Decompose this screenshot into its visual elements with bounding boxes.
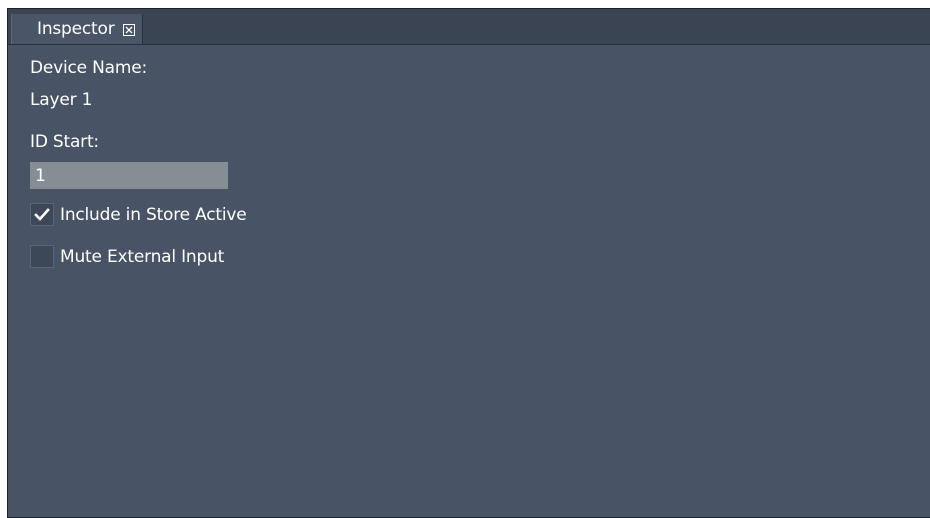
- inspector-panel: Device Name: Layer 1 ID Start: Include i…: [8, 45, 930, 517]
- mute-external-input-label: Mute External Input: [60, 246, 225, 267]
- device-name-label: Device Name:: [30, 58, 148, 78]
- close-icon[interactable]: [122, 23, 135, 36]
- id-start-label: ID Start:: [30, 132, 99, 152]
- tab-bar: Inspector: [8, 9, 930, 45]
- tab-inspector[interactable]: Inspector: [11, 14, 143, 44]
- id-start-input[interactable]: [30, 162, 228, 189]
- include-in-store-active-checkbox[interactable]: Include in Store Active: [30, 203, 247, 226]
- checkmark-icon: [34, 208, 50, 221]
- checkbox-checked[interactable]: [30, 203, 54, 226]
- checkbox-unchecked[interactable]: [30, 245, 54, 268]
- inspector-window: Inspector Device Name: Layer 1 ID Start:…: [7, 8, 930, 518]
- include-in-store-active-label: Include in Store Active: [60, 204, 247, 225]
- tab-label: Inspector: [37, 19, 115, 39]
- device-name-value: Layer 1: [30, 90, 93, 110]
- mute-external-input-checkbox[interactable]: Mute External Input: [30, 245, 224, 268]
